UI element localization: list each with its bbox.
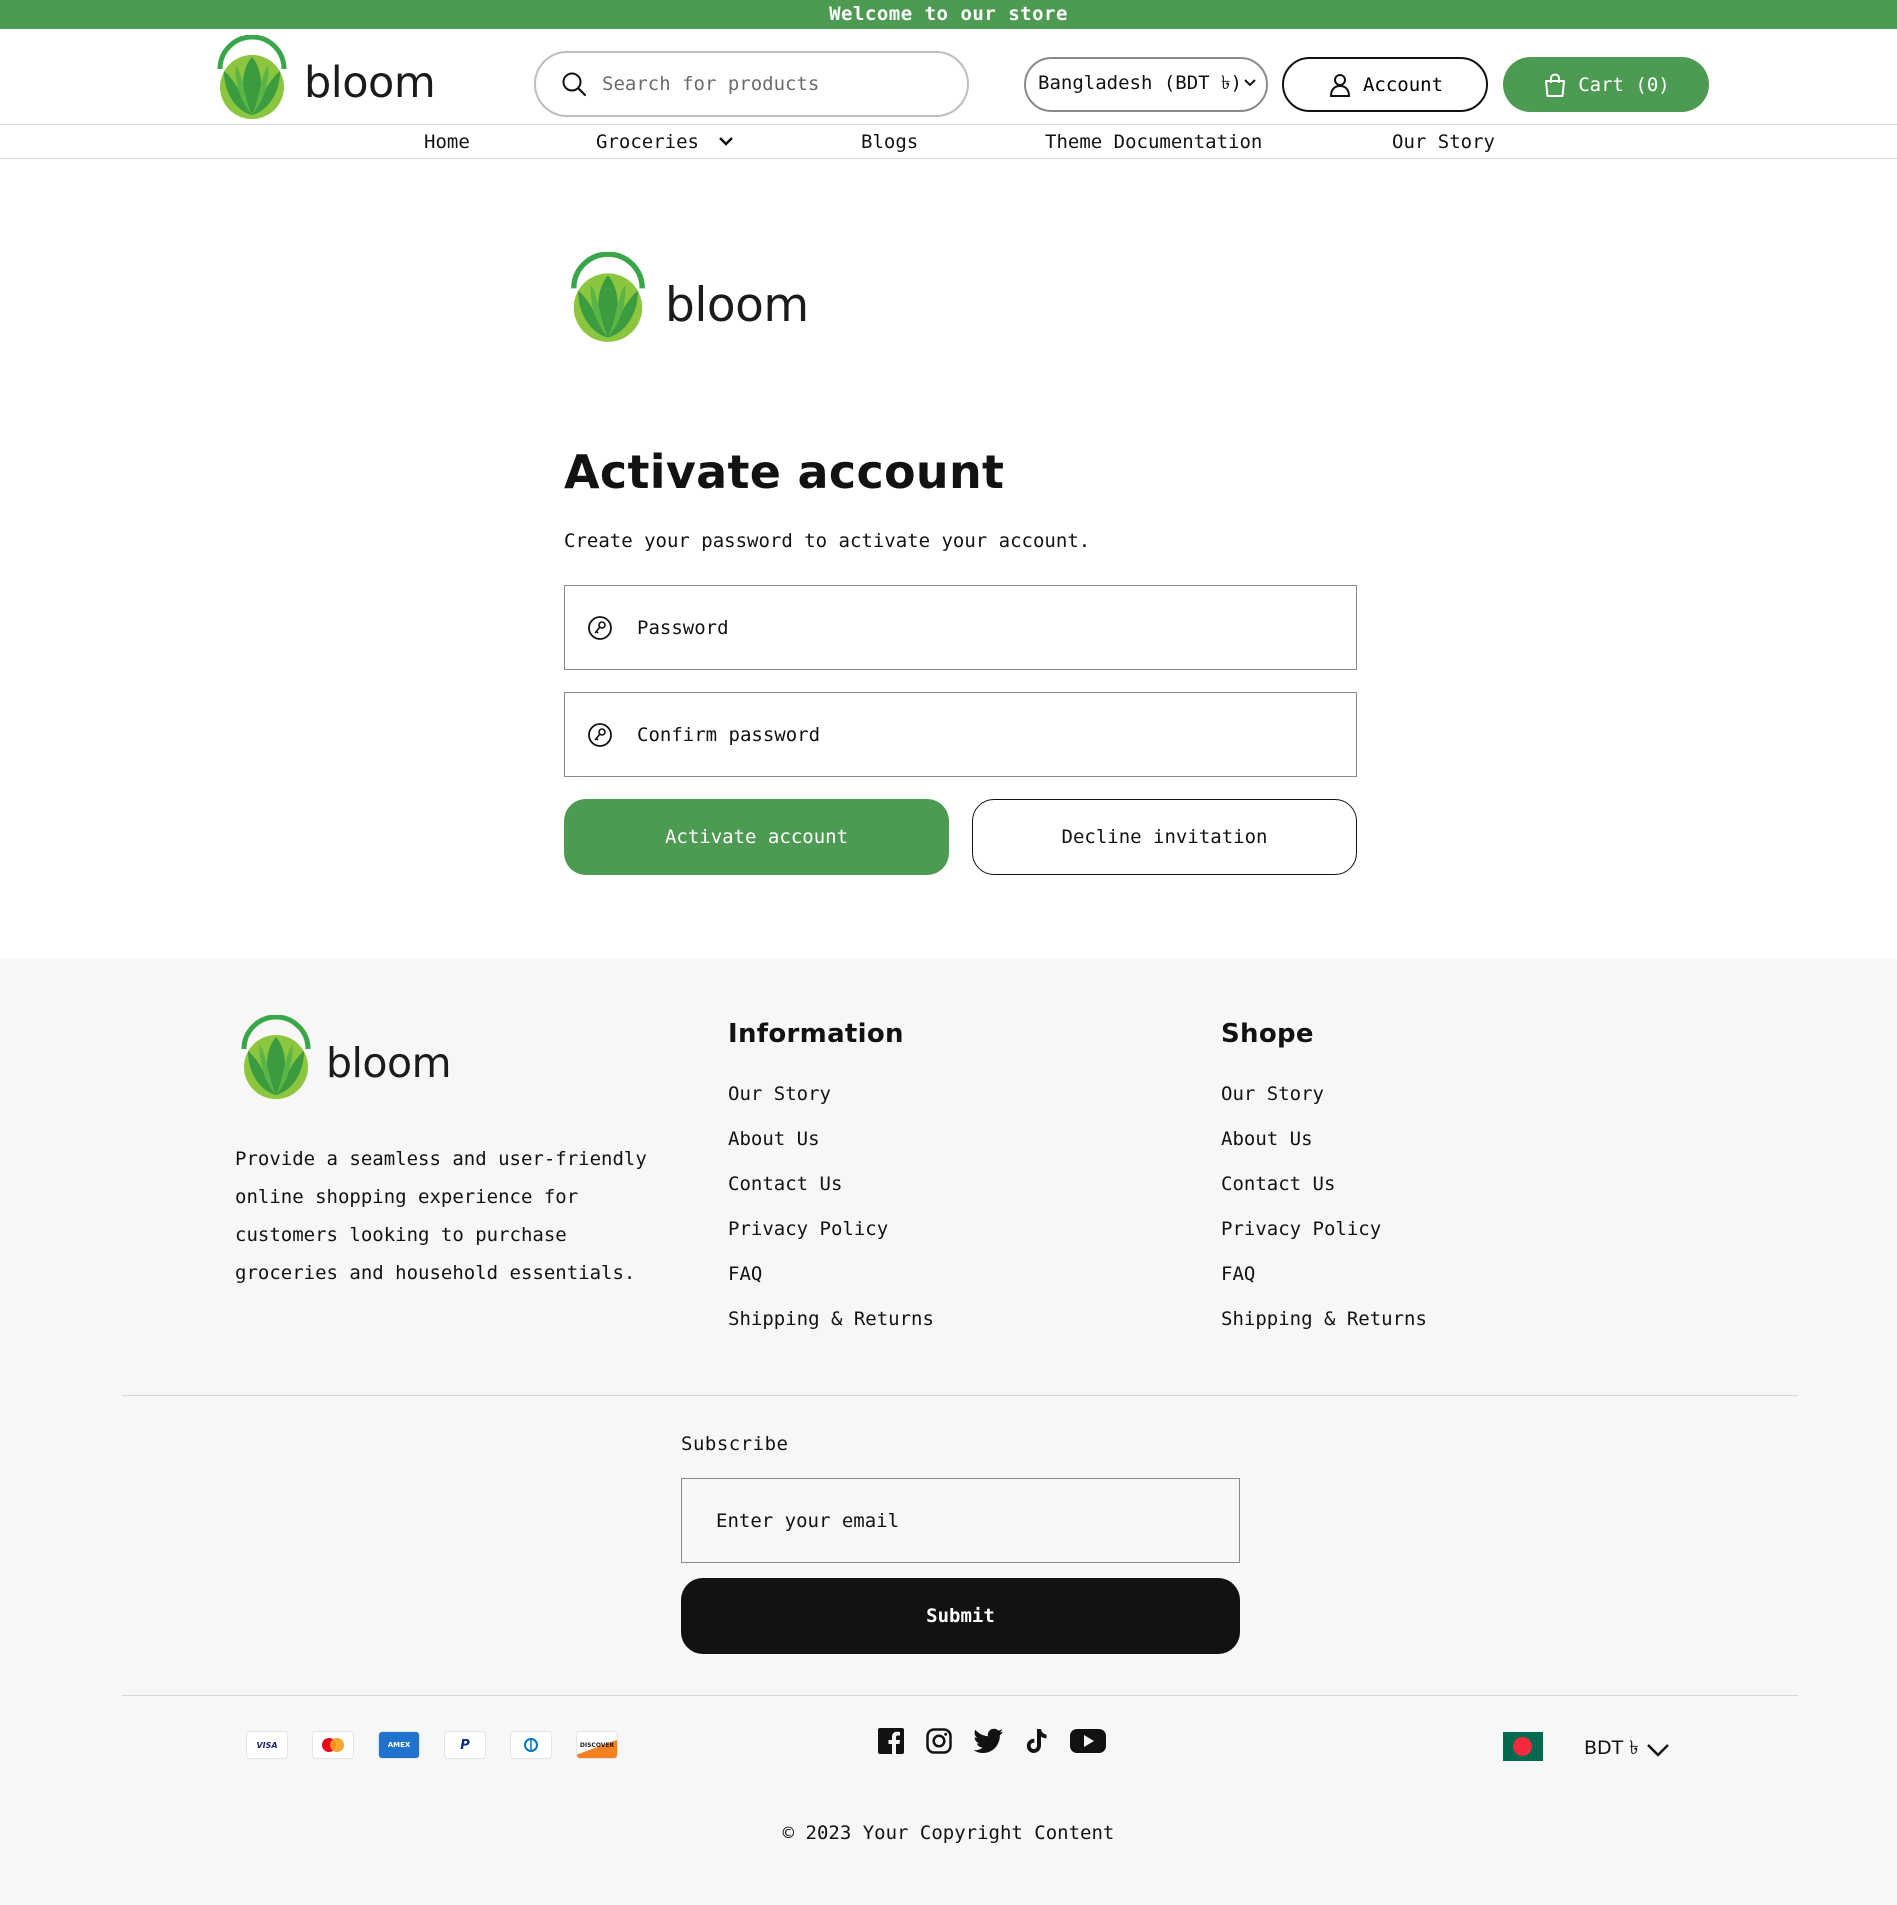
amex-icon: AMEX <box>378 1731 420 1759</box>
header-logo[interactable]: bloom <box>210 35 436 121</box>
nav-item-groceries-label: Groceries <box>596 131 699 153</box>
mastercard-circles <box>322 1738 344 1752</box>
youtube-icon[interactable] <box>1070 1728 1106 1754</box>
confirm-password-field[interactable] <box>564 692 1357 777</box>
visa-icon: VISA <box>246 1731 288 1759</box>
footer-link-our-story[interactable]: Our Story <box>1221 1077 1427 1122</box>
footer-divider <box>122 1695 1798 1696</box>
search-bar[interactable] <box>534 51 969 117</box>
page-title: Activate account <box>564 445 1005 499</box>
amex-label: AMEX <box>387 1741 411 1749</box>
announcement-bar: Welcome to our store <box>0 0 1897 29</box>
site-header: bloom Bangladesh (BDT ৳) Account Cart (0… <box>0 29 1897 125</box>
brand-name: bloom <box>665 277 809 333</box>
currency-selector[interactable]: BDT ৳ <box>1584 1734 1671 1766</box>
subscribe-email-field[interactable] <box>681 1478 1240 1563</box>
site-footer: bloom Provide a seamless and user-friend… <box>0 959 1897 1905</box>
lotus-logo-icon <box>217 35 287 119</box>
footer-link-privacy-policy[interactable]: Privacy Policy <box>728 1212 934 1257</box>
shopping-bag-icon <box>1545 72 1566 97</box>
nav-item-theme-documentation[interactable]: Theme Documentation <box>1045 125 1262 159</box>
nav-item-our-story[interactable]: Our Story <box>1392 125 1495 159</box>
subscribe-label: Subscribe <box>681 1433 789 1455</box>
footer-link-shipping-returns[interactable]: Shipping & Returns <box>728 1302 934 1347</box>
user-icon <box>1329 73 1350 97</box>
password-field[interactable] <box>564 585 1357 670</box>
visa-label: VISA <box>256 1740 278 1750</box>
footer-divider <box>122 1395 1798 1396</box>
footer-link-about-us[interactable]: About Us <box>1221 1122 1427 1167</box>
diners-club-icon <box>510 1731 552 1759</box>
decline-invitation-button[interactable]: Decline invitation <box>972 799 1357 875</box>
social-links <box>878 1728 1106 1754</box>
mastercard-icon <box>312 1731 354 1759</box>
nav-item-blogs[interactable]: Blogs <box>861 125 918 159</box>
payment-methods: VISA AMEX P DISCOVER <box>246 1731 618 1759</box>
facebook-icon[interactable] <box>878 1728 904 1754</box>
chevron-down-icon <box>719 137 733 146</box>
nav-item-home[interactable]: Home <box>424 125 470 159</box>
footer-column-information: Information Our Story About Us Contact U… <box>728 1019 934 1347</box>
footer-link-shipping-returns[interactable]: Shipping & Returns <box>1221 1302 1427 1347</box>
country-selector[interactable]: Bangladesh (BDT ৳) <box>1024 57 1268 112</box>
footer-link-faq[interactable]: FAQ <box>1221 1257 1427 1302</box>
account-button[interactable]: Account <box>1282 57 1488 112</box>
main-nav: Home Groceries Blogs Theme Documentation… <box>0 125 1897 159</box>
bangladesh-flag-icon[interactable] <box>1503 1732 1543 1761</box>
lotus-logo-icon <box>571 252 645 342</box>
email-input[interactable] <box>716 1509 1239 1532</box>
search-input[interactable] <box>602 73 967 95</box>
twitter-icon[interactable] <box>974 1728 1004 1754</box>
account-label: Account <box>1362 73 1444 96</box>
footer-link-contact-us[interactable]: Contact Us <box>1221 1167 1427 1212</box>
confirm-password-input[interactable] <box>637 723 1356 746</box>
cart-button[interactable]: Cart (0) <box>1503 57 1709 112</box>
page-subtitle: Create your password to activate your ac… <box>564 530 1091 552</box>
country-label: Bangladesh (BDT ৳) <box>1038 71 1242 94</box>
instagram-icon[interactable] <box>926 1728 952 1754</box>
password-input[interactable] <box>637 616 1356 639</box>
diners-mark <box>524 1738 538 1752</box>
chevron-down-icon <box>1646 1744 1669 1757</box>
nav-item-groceries[interactable]: Groceries <box>596 125 735 159</box>
footer-link-faq[interactable]: FAQ <box>728 1257 934 1302</box>
tiktok-icon[interactable] <box>1026 1728 1048 1754</box>
activate-account-button[interactable]: Activate account <box>564 799 949 875</box>
footer-link-about-us[interactable]: About Us <box>728 1122 934 1167</box>
copyright-text: © 2023 Your Copyright Content <box>782 1822 1115 1844</box>
footer-description: Provide a seamless and user-friendly onl… <box>235 1148 647 1284</box>
paypal-icon: P <box>444 1731 486 1759</box>
search-icon <box>562 72 587 97</box>
footer-link-privacy-policy[interactable]: Privacy Policy <box>1221 1212 1427 1257</box>
brand-name: bloom <box>326 1039 452 1087</box>
footer-column-title: Shope <box>1221 1019 1314 1049</box>
cart-label: Cart (0) <box>1578 73 1670 96</box>
main-logo[interactable]: bloom <box>563 252 809 344</box>
key-icon <box>588 615 612 640</box>
discover-icon: DISCOVER <box>576 1731 618 1759</box>
footer-column-title: Information <box>728 1019 904 1049</box>
submit-button[interactable]: Submit <box>681 1578 1240 1654</box>
discover-label: DISCOVER <box>579 1741 615 1749</box>
footer-link-our-story[interactable]: Our Story <box>728 1077 934 1122</box>
footer-column-shope: Shope Our Story About Us Contact Us Priv… <box>1221 1019 1427 1347</box>
chevron-down-icon <box>1244 79 1256 87</box>
brand-name: bloom <box>304 58 436 108</box>
currency-label: BDT ৳ <box>1584 1737 1639 1759</box>
footer-link-contact-us[interactable]: Contact Us <box>728 1167 934 1212</box>
key-icon <box>588 722 612 747</box>
lotus-logo-icon <box>241 1015 311 1099</box>
footer-logo[interactable]: bloom <box>234 1015 452 1101</box>
